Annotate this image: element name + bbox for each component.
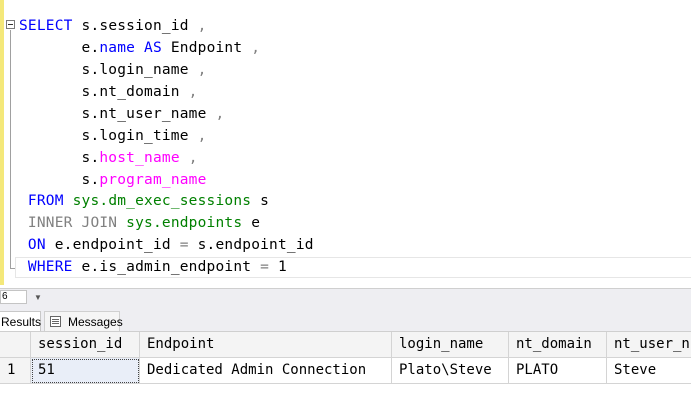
code-token: , [197,128,207,144]
code-line[interactable]: s.nt_domain , [19,81,198,103]
tab-results-label: Results [1,315,42,329]
code-line[interactable]: FROM sys.dm_exec_sessions s [19,190,269,212]
code-token: host_name [99,150,180,166]
zoom-level-value: 6 [2,291,8,302]
tab-messages-label: Messages [68,315,123,329]
chevron-down-icon[interactable]: ▼ [34,293,42,302]
code-line[interactable]: s.login_time , [19,125,207,147]
collapse-outline-icon[interactable] [6,20,15,29]
row-header[interactable]: 1 [0,358,31,384]
column-header-session-id[interactable]: session_id [31,332,140,358]
code-token: s.session_id [72,18,198,34]
code-token: , [251,40,261,56]
code-token: s.nt_domain [19,84,189,100]
code-token: , [197,62,207,78]
change-tracking-bar [0,0,4,285]
code-token: s.login_name [19,62,198,78]
code-line[interactable]: INNER JOIN sys.endpoints e [19,212,260,234]
code-token: s.endpoint_id [188,237,314,253]
code-token: e [242,215,261,231]
code-token: s. [19,150,100,166]
code-token: WHERE [19,259,73,275]
code-token: name [99,40,136,56]
code-token: ON [19,237,46,253]
code-token: 1 [269,259,287,275]
code-token: = [179,237,189,253]
grid-corner-header[interactable] [0,332,31,358]
code-token: e.is_admin_endpoint [72,259,261,275]
code-line[interactable]: s.program_name [19,169,207,191]
code-token: s.login_time [19,128,198,144]
code-token: FROM [19,193,64,209]
code-line[interactable]: s.login_name , [19,59,207,81]
code-token: sys.dm_exec_sessions [72,193,252,209]
tab-results[interactable]: Results [0,311,41,331]
column-header-login-name[interactable]: login_name [392,332,509,358]
code-line[interactable]: s.nt_user_name , [19,103,225,125]
tab-messages[interactable]: Messages [44,311,123,331]
code-line[interactable]: e.name AS Endpoint , [19,37,260,59]
zoom-level-select[interactable]: 6 [0,290,27,304]
column-header-endpoint[interactable]: Endpoint [140,332,392,358]
code-token: e. [19,40,100,56]
table-cell-endpoint[interactable]: Dedicated Admin Connection [140,358,392,384]
code-token: AS [144,40,162,56]
table-cell-login-name[interactable]: Plato\Steve [392,358,509,384]
messages-icon [50,316,61,327]
column-header-nt-domain[interactable]: nt_domain [509,332,607,358]
code-token: s.nt_user_name [19,106,216,122]
code-token: , [197,18,207,34]
results-tabs: Results Messages [0,307,691,331]
code-token: , [215,106,225,122]
code-token: SELECT [19,18,73,34]
outline-guide [10,30,11,268]
code-token: sys.endpoints [126,215,243,231]
code-token: , [188,84,198,100]
code-token: INNER JOIN [19,215,118,231]
column-header-nt-user-name[interactable]: nt_user_n [607,332,691,358]
code-line[interactable]: ON e.endpoint_id = s.endpoint_id [19,234,314,256]
code-line[interactable]: WHERE e.is_admin_endpoint = 1 [19,256,287,278]
code-line[interactable]: s.host_name , [19,147,198,169]
query-editor[interactable]: SELECT s.session_id , e.name AS Endpoint… [0,0,691,285]
code-token: , [188,150,198,166]
code-token: e.endpoint_id [45,237,180,253]
code-token: Endpoint [161,40,252,56]
code-line[interactable]: SELECT s.session_id , [19,15,207,37]
code-token: = [260,259,270,275]
editor-status-bar: 6 ▼ [0,288,691,307]
code-token: s. [19,172,100,188]
table-cell-nt-domain[interactable]: PLATO [509,358,607,384]
results-grid[interactable]: session_id Endpoint login_name nt_domain… [0,331,691,415]
table-cell-session-id[interactable]: 51 [31,358,140,384]
code-token: program_name [99,172,207,188]
code-token: s [251,193,270,209]
table-cell-nt-user-name[interactable]: Steve [607,358,691,384]
